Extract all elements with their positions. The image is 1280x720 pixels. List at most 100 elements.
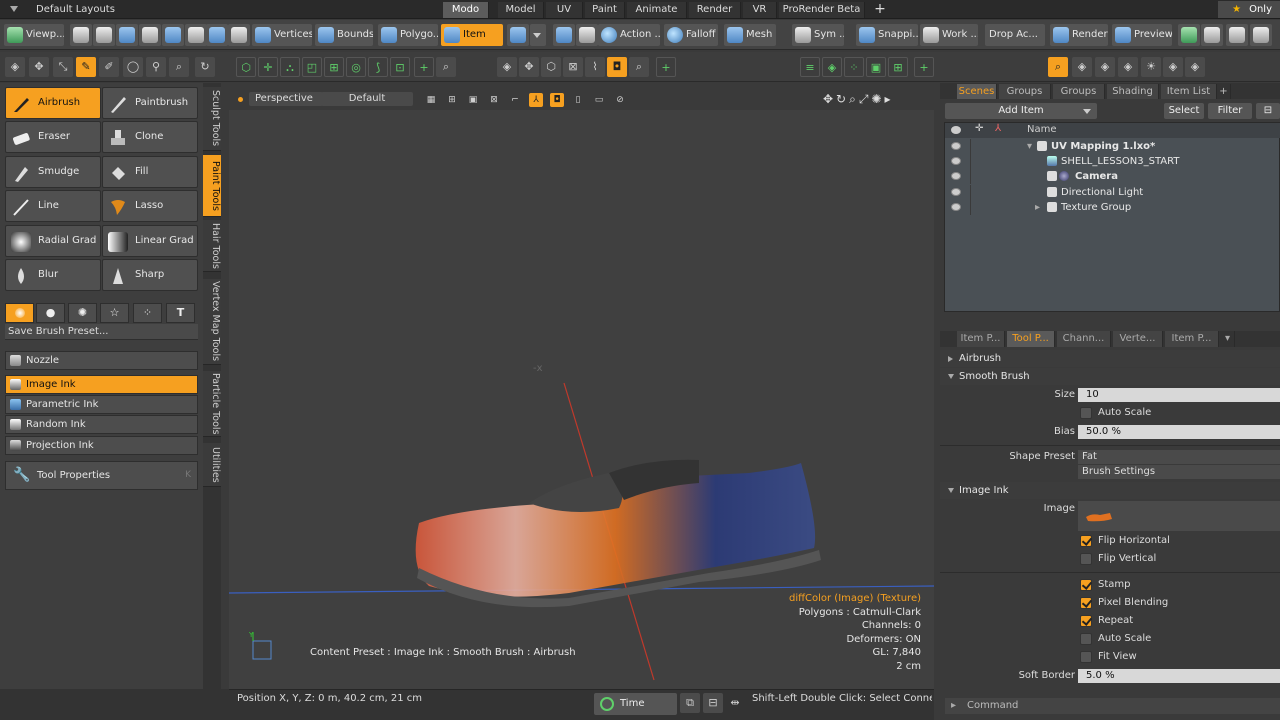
tab-vertex-map-tools[interactable]: Vertex Map Tools — [203, 279, 221, 365]
ink-nozzle[interactable]: Nozzle — [5, 351, 198, 370]
only-button[interactable]: ★ Only — [1218, 1, 1280, 18]
save-brush-preset-button[interactable]: Save Brush Preset... — [5, 324, 198, 340]
repeat-checkbox[interactable] — [1080, 615, 1092, 627]
material-dropdown[interactable] — [530, 24, 546, 46]
workplane-button[interactable]: Work ... — [920, 24, 978, 46]
mode-zoom-icon[interactable]: ⌕ — [169, 57, 189, 77]
view-curve-icon[interactable]: ⌇ — [585, 57, 605, 77]
shape-preset-dropdown[interactable]: Fat — [1078, 450, 1280, 464]
scene-cubes-icon[interactable]: ◈ — [1095, 57, 1115, 77]
view-uv-icon[interactable]: ⊠ — [563, 57, 583, 77]
stamp-checkbox[interactable] — [1080, 579, 1092, 591]
tab-item-list[interactable]: Item List — [1161, 84, 1217, 99]
collapse-button[interactable]: ⊟ — [1256, 103, 1280, 119]
select-poly-icon[interactable]: ⛬ — [280, 57, 300, 77]
falloff-button[interactable]: Falloff — [664, 24, 718, 46]
filter-button[interactable]: Filter — [1208, 103, 1252, 119]
select-edge-icon[interactable]: ✛ — [258, 57, 278, 77]
auto-scale-2-checkbox[interactable] — [1080, 633, 1092, 645]
vector-brush-tab[interactable]: ⁘ — [133, 303, 162, 323]
ink-parametric[interactable]: Parametric Ink — [5, 395, 198, 414]
text-brush-tab[interactable]: T — [166, 303, 195, 323]
add-tab-button[interactable]: + — [870, 2, 890, 18]
scene-row-light[interactable]: Directional Light — [945, 185, 1280, 200]
tab-paint[interactable]: Paint — [585, 2, 625, 18]
mode-move-icon[interactable]: ✥ — [29, 57, 49, 77]
tab-vertex-maps[interactable]: Verte... — [1113, 331, 1163, 347]
procedural-brush-tab[interactable]: ✺ — [68, 303, 97, 323]
item-mode-button[interactable]: Item — [441, 24, 503, 46]
tool-sharp[interactable]: Sharp — [102, 259, 198, 291]
action-center-button[interactable]: Action ... — [598, 24, 660, 46]
time-button[interactable]: Time — [594, 693, 677, 715]
figure-button[interactable] — [116, 24, 138, 46]
tab-groups[interactable]: Groups — [999, 84, 1051, 99]
layout-toggle-button[interactable] — [70, 24, 92, 46]
tool-smudge[interactable]: Smudge — [5, 156, 101, 188]
vertices-mode-button[interactable]: Vertices — [252, 24, 312, 46]
transform-button[interactable] — [162, 24, 184, 46]
layout-selector[interactable]: Default Layouts — [36, 4, 115, 15]
preview-button[interactable]: Preview — [1112, 24, 1172, 46]
mode-brush-icon[interactable]: ✐ — [99, 57, 119, 77]
visibility-eye-icon[interactable] — [951, 203, 961, 211]
tab-tool-properties[interactable]: Tool P... — [1007, 331, 1055, 347]
view-zoom-icon[interactable]: ⌕ — [629, 57, 649, 77]
view-move-icon[interactable]: ✥ — [519, 57, 539, 77]
tab-scenes[interactable]: Scenes — [957, 84, 997, 99]
visibility-eye-icon[interactable] — [951, 157, 961, 165]
fit-view-checkbox[interactable] — [1080, 651, 1092, 663]
snapping-button[interactable]: Snappi... — [856, 24, 918, 46]
section-airbrush[interactable]: Airbrush — [940, 350, 1280, 367]
view-add-icon[interactable]: + — [656, 57, 676, 77]
scene-material-icon[interactable]: ◈ — [1185, 57, 1205, 77]
properties-tabs-dropdown[interactable]: ▾ — [1221, 331, 1235, 347]
image-icon[interactable]: ▣ — [866, 57, 886, 77]
swap-button[interactable] — [93, 24, 115, 46]
scene-row-texture-group[interactable]: ▸ Texture Group — [945, 200, 1280, 215]
tool-blur[interactable]: Blur — [5, 259, 101, 291]
scene-mesh-icon[interactable]: ◈ — [1118, 57, 1138, 77]
hard-brush-tab[interactable]: ● — [36, 303, 65, 323]
scene-row-uv-mapping[interactable]: ▾ UV Mapping 1.lxo* — [945, 139, 1280, 154]
mode-reset-icon[interactable]: ↻ — [195, 57, 215, 77]
tab-uv[interactable]: UV — [546, 2, 583, 18]
polygons-mode-button[interactable]: Polygo... — [378, 24, 438, 46]
pixel-blending-checkbox[interactable] — [1080, 597, 1092, 609]
view-rotate-icon[interactable]: ⬡ — [541, 57, 561, 77]
render-button[interactable]: Render — [1050, 24, 1108, 46]
tab-vr[interactable]: VR — [743, 2, 777, 18]
select-button[interactable]: Select — [1164, 103, 1204, 119]
tab-utilities[interactable]: Utilities — [203, 443, 221, 487]
select-button[interactable] — [139, 24, 161, 46]
tool-clone[interactable]: Clone — [102, 121, 198, 153]
bounds-mode-button[interactable]: Bounds — [315, 24, 373, 46]
ink-random[interactable]: Random Ink — [5, 415, 198, 434]
tab-item-properties-2[interactable]: Item P... — [1165, 331, 1219, 347]
tab-channels[interactable]: Chann... — [1057, 331, 1111, 347]
groups-icon[interactable]: ⁘ — [844, 57, 864, 77]
scene-row-shell[interactable]: SHELL_LESSON3_START — [945, 154, 1280, 169]
layout-dropdown-icon[interactable] — [10, 6, 18, 12]
tab-hair-tools[interactable]: Hair Tools — [203, 220, 221, 272]
add-item-dropdown[interactable]: Add Item — [945, 103, 1097, 119]
viewport-search-icon[interactable]: ⌕ — [436, 57, 456, 77]
visibility-eye-icon[interactable] — [951, 172, 961, 180]
sync-button[interactable] — [1178, 24, 1200, 46]
image-picker[interactable] — [1078, 501, 1280, 531]
tab-model[interactable]: Model — [498, 2, 544, 18]
material-button[interactable] — [507, 24, 529, 46]
auto-scale-checkbox[interactable] — [1080, 407, 1092, 419]
tab-render[interactable]: Render — [689, 2, 741, 18]
view-3d-icon[interactable]: ◈ — [497, 57, 517, 77]
add-scene-tab-button[interactable]: + — [1217, 84, 1231, 99]
soft-border-field[interactable]: 5.0 % — [1078, 669, 1280, 683]
tool-lasso[interactable]: Lasso — [102, 190, 198, 222]
flip-vertical-checkbox[interactable] — [1080, 553, 1092, 565]
lasso-select-button[interactable] — [185, 24, 207, 46]
shield-button[interactable] — [206, 24, 228, 46]
select-material-icon[interactable]: ⊞ — [324, 57, 344, 77]
tab-sculpt-tools[interactable]: Sculpt Tools — [203, 87, 221, 151]
tool-properties-button[interactable]: 🔧 Tool Properties K — [5, 461, 198, 490]
mode-sculpt-icon[interactable]: ◯ — [123, 57, 143, 77]
